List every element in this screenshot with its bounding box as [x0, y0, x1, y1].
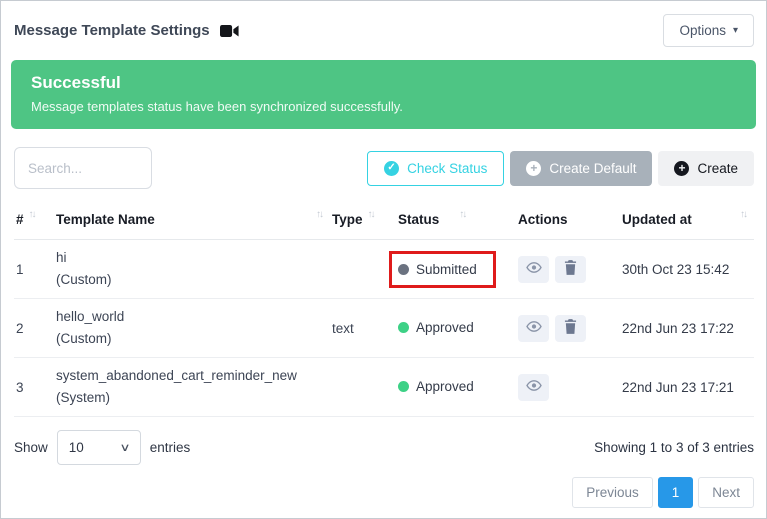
template-name-cell: hi (Custom) — [54, 240, 330, 299]
search-input[interactable] — [14, 147, 152, 189]
status-badge: Submitted — [398, 262, 477, 277]
eye-icon — [526, 261, 542, 277]
template-name: hello_world — [56, 306, 322, 328]
eye-icon — [526, 379, 542, 395]
column-header-type[interactable]: Type↑↓ — [330, 199, 396, 240]
table-header-row: #↑↓ Template Name↑↓ Type↑↓ Status↑↓ Acti… — [14, 199, 754, 240]
create-default-button[interactable]: + Create Default — [510, 151, 652, 186]
create-label: Create — [697, 161, 738, 176]
eye-icon — [526, 320, 542, 336]
check-status-button[interactable]: ✓ Check Status — [367, 151, 504, 186]
row-index: 3 — [14, 358, 54, 417]
table-controls: ✓ Check Status + Create Default + Create — [1, 141, 766, 199]
table-footer: Show 10 ∨ entries Showing 1 to 3 of 3 en… — [1, 417, 766, 465]
check-circle-icon: ✓ — [384, 161, 399, 176]
template-type: text — [330, 299, 396, 358]
caret-down-icon: ▾ — [733, 26, 738, 36]
status-dot-icon — [398, 381, 409, 392]
template-category: (Custom) — [56, 269, 322, 291]
page-size-select[interactable]: 10 ∨ — [57, 430, 141, 465]
view-button[interactable] — [518, 256, 549, 283]
page-title: Message Template Settings — [14, 22, 210, 39]
trash-icon — [564, 319, 577, 337]
options-button-label: Options — [679, 23, 726, 38]
updated-at: 22nd Jun 23 17:21 — [620, 358, 754, 417]
page-number-button[interactable]: 1 — [658, 477, 694, 508]
updated-at: 22nd Jun 23 17:22 — [620, 299, 754, 358]
view-button[interactable] — [518, 315, 549, 342]
status-label: Approved — [416, 379, 474, 394]
sort-icon: ↑↓ — [29, 209, 35, 220]
video-camera-icon — [220, 24, 239, 38]
status-badge: Approved — [398, 320, 474, 335]
page-size-control: Show 10 ∨ entries — [14, 430, 190, 465]
delete-button[interactable] — [555, 315, 586, 342]
status-label: Submitted — [416, 262, 477, 277]
status-cell: Submitted — [396, 240, 516, 299]
status-label: Approved — [416, 320, 474, 335]
sort-icon: ↑↓ — [459, 209, 465, 220]
template-type — [330, 358, 396, 417]
actions-cell — [516, 358, 620, 417]
create-default-label: Create Default — [549, 161, 636, 176]
table-row: 1 hi (Custom) Submitted — [14, 240, 754, 299]
template-category: (System) — [56, 387, 322, 409]
column-header-status[interactable]: Status↑↓ — [396, 199, 516, 240]
create-button[interactable]: + Create — [658, 151, 754, 186]
options-button[interactable]: Options ▾ — [663, 14, 754, 47]
table-row: 3 system_abandoned_cart_reminder_new (Sy… — [14, 358, 754, 417]
status-dot-icon — [398, 322, 409, 333]
delete-button[interactable] — [555, 256, 586, 283]
entries-summary: Showing 1 to 3 of 3 entries — [594, 440, 754, 455]
updated-at: 30th Oct 23 15:42 — [620, 240, 754, 299]
check-status-label: Check Status — [407, 161, 487, 176]
template-type — [330, 240, 396, 299]
chevron-down-icon: ∨ — [119, 441, 130, 454]
alert-title: Successful — [31, 73, 736, 93]
status-cell: Approved — [396, 358, 516, 417]
table-row: 2 hello_world (Custom) text Approved — [14, 299, 754, 358]
template-name: system_abandoned_cart_reminder_new — [56, 365, 322, 387]
sort-icon: ↑↓ — [368, 209, 374, 220]
row-index: 1 — [14, 240, 54, 299]
page-header: Message Template Settings Options ▾ — [1, 1, 766, 56]
view-button[interactable] — [518, 374, 549, 401]
message-template-settings-page: Message Template Settings Options ▾ Succ… — [0, 0, 767, 519]
actions-cell — [516, 240, 620, 299]
template-name: hi — [56, 247, 322, 269]
trash-icon — [564, 260, 577, 278]
sort-icon: ↑↓ — [740, 209, 746, 220]
success-alert: Successful Message templates status have… — [11, 60, 756, 129]
template-name-cell: system_abandoned_cart_reminder_new (Syst… — [54, 358, 330, 417]
status-dot-icon — [398, 264, 409, 275]
previous-page-button[interactable]: Previous — [572, 477, 653, 508]
template-name-cell: hello_world (Custom) — [54, 299, 330, 358]
column-header-index[interactable]: #↑↓ — [14, 199, 54, 240]
column-header-updated-at[interactable]: Updated at↑↓ — [620, 199, 754, 240]
column-header-actions: Actions — [516, 199, 620, 240]
highlight-box: Submitted — [389, 251, 496, 288]
row-index: 2 — [14, 299, 54, 358]
column-header-template-name[interactable]: Template Name↑↓ — [54, 199, 330, 240]
status-badge: Approved — [398, 379, 474, 394]
alert-message: Message templates status have been synch… — [31, 99, 736, 114]
plus-circle-icon: + — [674, 161, 689, 176]
entries-label: entries — [150, 440, 191, 455]
next-page-button[interactable]: Next — [698, 477, 754, 508]
page-size-value: 10 — [69, 440, 84, 455]
template-category: (Custom) — [56, 328, 322, 350]
actions-cell — [516, 299, 620, 358]
pagination: Previous 1 Next — [1, 465, 766, 508]
status-cell: Approved — [396, 299, 516, 358]
show-label: Show — [14, 440, 48, 455]
plus-circle-icon: + — [526, 161, 541, 176]
templates-table: #↑↓ Template Name↑↓ Type↑↓ Status↑↓ Acti… — [1, 199, 766, 417]
sort-icon: ↑↓ — [316, 209, 322, 220]
